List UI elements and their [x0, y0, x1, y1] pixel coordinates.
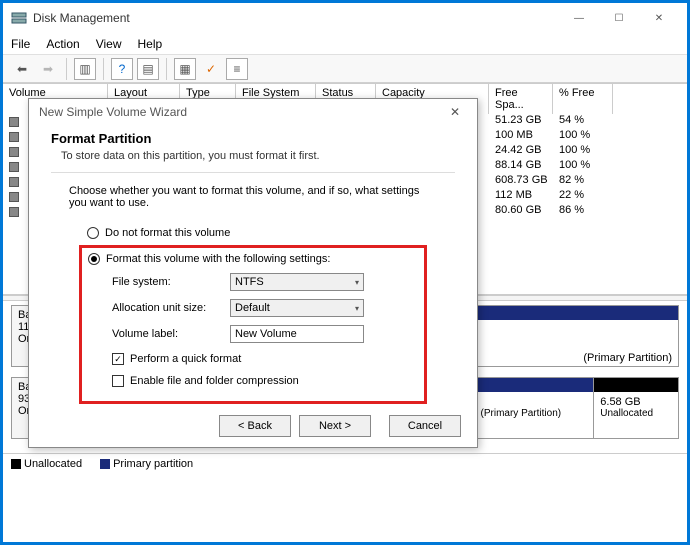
window-title: Disk Management	[33, 11, 559, 25]
app-icon	[11, 10, 27, 26]
maximize-button[interactable]: ☐	[599, 4, 639, 32]
drive-icon	[9, 192, 19, 202]
radio-format[interactable]	[88, 253, 100, 265]
bottom-panel-icon[interactable]: ▤	[137, 58, 159, 80]
dialog-close-icon[interactable]: ✕	[443, 102, 467, 122]
drive-icon	[9, 207, 19, 217]
close-button[interactable]: ✕	[639, 4, 679, 32]
chevron-down-icon: ▾	[355, 304, 359, 313]
volume-label-input[interactable]	[230, 325, 364, 343]
chevron-down-icon: ▾	[355, 278, 359, 287]
menu-view[interactable]: View	[96, 37, 122, 51]
legend: Unallocated Primary partition	[3, 453, 687, 474]
quick-format-label: Perform a quick format	[130, 353, 241, 365]
toolbar: ⬅ ➡ ▥ ? ▤ ▦ ✓ ≡	[3, 55, 687, 83]
dialog-subhead: To store data on this partition, you mus…	[61, 150, 455, 162]
check-icon[interactable]: ✓	[200, 58, 222, 80]
col-free[interactable]: Free Spa...	[489, 84, 553, 114]
menubar: File Action View Help	[3, 33, 687, 55]
drive-icon	[9, 162, 19, 172]
radio-no-format-label: Do not format this volume	[105, 227, 230, 239]
forward-icon[interactable]: ➡	[37, 58, 59, 80]
filesystem-label: File system:	[112, 276, 230, 288]
partition[interactable]: 6.58 GBUnallocated	[593, 378, 678, 438]
volume-label-label: Volume label:	[112, 328, 230, 340]
next-button[interactable]: Next >	[299, 415, 371, 437]
wizard-dialog: New Simple Volume Wizard ✕ Format Partit…	[28, 98, 478, 448]
drive-icon	[9, 117, 19, 127]
menu-help[interactable]: Help	[138, 37, 163, 51]
filesystem-select[interactable]: NTFS▾	[230, 273, 364, 291]
allocation-select[interactable]: Default▾	[230, 299, 364, 317]
drive-icon	[9, 177, 19, 187]
radio-no-format[interactable]	[87, 227, 99, 239]
drive-icon	[9, 132, 19, 142]
col-pctfree[interactable]: % Free	[553, 84, 613, 114]
dialog-instruction: Choose whether you want to format this v…	[69, 185, 437, 209]
compression-label: Enable file and folder compression	[130, 375, 299, 387]
highlight-box: Format this volume with the following se…	[79, 245, 427, 404]
cancel-button[interactable]: Cancel	[389, 415, 461, 437]
dialog-heading: Format Partition	[51, 131, 455, 146]
radio-format-label: Format this volume with the following se…	[106, 253, 330, 265]
minimize-button[interactable]: —	[559, 4, 599, 32]
show-hide-icon[interactable]: ▥	[74, 58, 96, 80]
list-icon[interactable]: ≡	[226, 58, 248, 80]
col-spacer	[613, 84, 687, 114]
menu-action[interactable]: Action	[46, 37, 79, 51]
quick-format-checkbox[interactable]: ✓	[112, 353, 124, 365]
settings-icon[interactable]: ▦	[174, 58, 196, 80]
allocation-label: Allocation unit size:	[112, 302, 230, 314]
legend-swatch-unallocated	[11, 459, 21, 469]
menu-file[interactable]: File	[11, 37, 30, 51]
titlebar: Disk Management — ☐ ✕	[3, 3, 687, 33]
drive-icon	[9, 147, 19, 157]
legend-swatch-primary	[100, 459, 110, 469]
back-button[interactable]: < Back	[219, 415, 291, 437]
help-icon[interactable]: ?	[111, 58, 133, 80]
dialog-title: New Simple Volume Wizard	[39, 105, 187, 119]
compression-checkbox[interactable]	[112, 375, 124, 387]
back-icon[interactable]: ⬅	[11, 58, 33, 80]
